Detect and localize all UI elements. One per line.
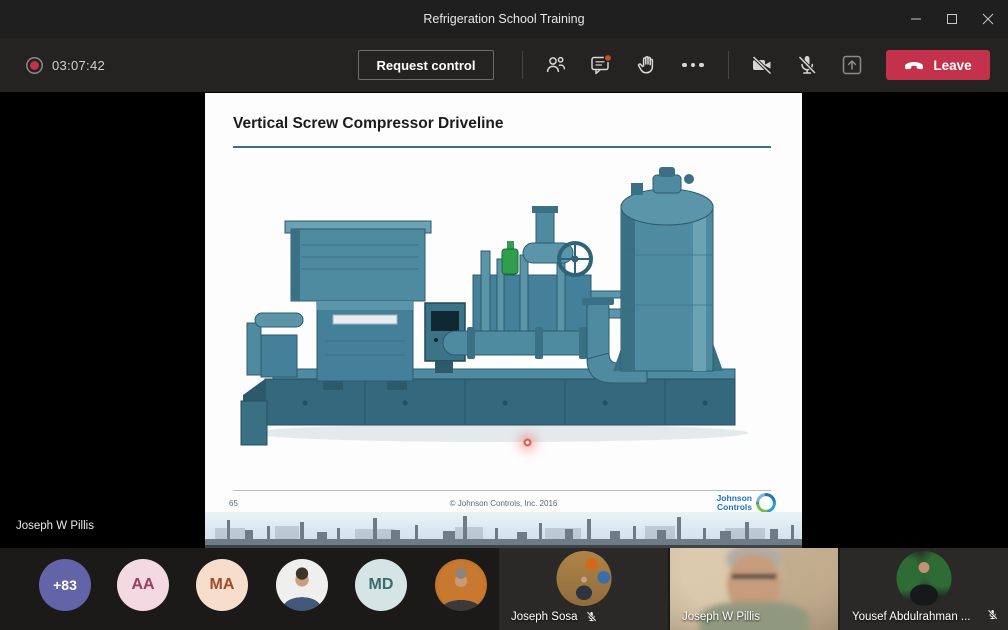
participant-avatar-ma[interactable]: MA [196, 559, 248, 611]
share-screen-icon [839, 52, 865, 78]
camera-off-icon [749, 52, 775, 78]
meeting-toolbar: 03:07:42 Request control [0, 38, 1008, 92]
teams-meeting-window: Refrigeration School Training 03:07:42 R… [0, 0, 1008, 630]
participant-name: Joseph W Pillis [682, 611, 760, 623]
overflow-participants-badge[interactable]: +83 [39, 559, 91, 611]
participant-tile-yousef-abdulrahman[interactable]: Yousef Abdulrahman ... [840, 548, 1008, 630]
microphone-muted-icon [585, 610, 598, 623]
maximize-button[interactable] [934, 0, 970, 38]
hang-up-icon [904, 59, 924, 71]
raise-hand-button[interactable] [631, 49, 663, 81]
slide-skyline-image [205, 512, 802, 548]
meeting-timer: 03:07:42 [52, 58, 105, 73]
slide-copyright: © Johnson Controls, Inc. 2016 [205, 499, 802, 508]
presenter-name-label: Joseph W Pillis [16, 520, 94, 532]
titlebar: Refrigeration School Training [0, 0, 1008, 38]
participant-name: Yousef Abdulrahman ... [852, 611, 971, 623]
maximize-icon [946, 13, 958, 25]
participant-avatar-md[interactable]: MD [355, 559, 407, 611]
microphone-toggle-button[interactable] [791, 49, 823, 81]
avatar [556, 551, 611, 606]
chat-notification-dot [604, 54, 611, 61]
johnson-controls-logo-text: Johnson Controls [717, 494, 752, 513]
participant-avatar-aa[interactable]: AA [117, 559, 169, 611]
participants-icon [544, 53, 568, 77]
raise-hand-icon [635, 53, 659, 77]
laser-pointer-dot [523, 438, 532, 447]
participant-avatar-photo[interactable] [435, 559, 487, 611]
close-button[interactable] [970, 0, 1006, 38]
request-control-button[interactable]: Request control [358, 50, 494, 80]
microphone-muted-icon [986, 608, 999, 621]
compressor-image [235, 163, 780, 458]
window-controls [898, 0, 1006, 38]
recording-indicator-icon [30, 61, 39, 70]
microphone-muted-icon [794, 52, 820, 78]
slide-title: Vertical Screw Compressor Driveline [233, 115, 504, 133]
slide-footer-rule [233, 490, 771, 491]
participant-video-joseph-w-pillis[interactable]: Joseph W Pillis [670, 548, 838, 630]
chat-icon [588, 52, 614, 78]
more-options-icon [682, 63, 704, 68]
leave-button[interactable]: Leave [886, 50, 990, 80]
presentation-stage: Vertical Screw Compressor Driveline [0, 92, 1008, 548]
more-options-button[interactable] [677, 49, 709, 81]
participant-tile-joseph-sosa[interactable]: Joseph Sosa [499, 548, 668, 630]
participants-filmstrip: +83 AA MA MD Joseph Sosa [0, 548, 1008, 630]
shared-slide: Vertical Screw Compressor Driveline [205, 93, 802, 548]
share-tray-button[interactable] [836, 49, 868, 81]
participant-avatar-photo[interactable] [276, 559, 328, 611]
participant-name: Joseph Sosa [511, 611, 578, 623]
toolbar-divider [522, 51, 523, 79]
avatar [897, 551, 952, 606]
recording-status: 03:07:42 [26, 38, 105, 92]
minimize-button[interactable] [898, 0, 934, 38]
toolbar-divider [728, 51, 729, 79]
minimize-icon [910, 13, 922, 25]
leave-button-label: Leave [933, 58, 971, 73]
johnson-controls-logo: Johnson Controls [717, 493, 776, 513]
slide-title-rule [233, 146, 771, 148]
close-icon [982, 13, 994, 25]
chat-button[interactable] [585, 49, 617, 81]
window-title: Refrigeration School Training [0, 0, 1008, 38]
camera-toggle-button[interactable] [746, 49, 778, 81]
participants-button[interactable] [540, 49, 572, 81]
johnson-controls-logo-mark [756, 493, 776, 513]
